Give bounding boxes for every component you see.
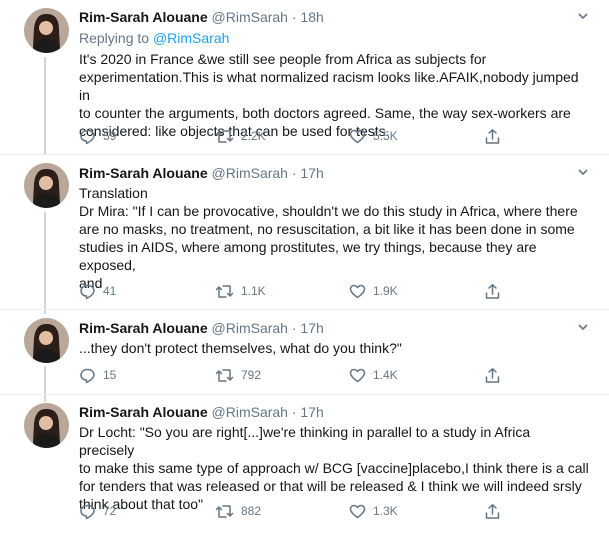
share-button[interactable] [484,127,508,145]
chevron-down-icon[interactable] [576,320,590,334]
tweet-actions: 59 2.2K 5.5K [79,127,500,145]
share-button[interactable] [484,366,508,384]
share-button[interactable] [484,502,508,520]
retweet-count: 792 [241,368,262,382]
like-button[interactable]: 1.9K [349,282,398,300]
like-count: 1.4K [373,368,398,382]
retweet-icon [215,129,234,143]
like-count: 1.3K [373,504,398,518]
heart-icon [349,284,366,298]
separator: · [291,320,297,336]
replying-mention[interactable]: @RimSarah [153,30,229,46]
tweet-header: Rim-Sarah Alouane @RimSarah · 17h [79,319,589,337]
reply-count: 59 [103,129,117,143]
display-name[interactable]: Rim-Sarah Alouane [79,404,208,420]
user-handle[interactable]: @RimSarah [212,9,288,25]
replying-to: Replying to @RimSarah [79,29,589,47]
chevron-down-icon[interactable] [576,165,590,179]
like-button[interactable]: 1.3K [349,502,398,520]
display-name[interactable]: Rim-Sarah Alouane [79,320,208,336]
tweet-actions: 15 792 1.4K [79,366,500,384]
tweet-text: Translation Dr Mira: "If I can be provoc… [79,185,578,291]
user-handle[interactable]: @RimSarah [212,404,288,420]
chevron-down-icon[interactable] [576,9,590,23]
like-count: 5.5K [373,129,398,143]
reply-button[interactable]: 41 [79,282,116,300]
like-count: 1.9K [373,284,398,298]
display-name[interactable]: Rim-Sarah Alouane [79,165,208,181]
retweet-count: 2.2K [241,129,266,143]
retweet-icon [215,504,234,518]
share-icon [485,128,500,144]
retweet-icon [215,368,234,382]
retweet-count: 1.1K [241,284,266,298]
reply-count: 72 [103,504,117,518]
reply-count: 15 [103,368,117,382]
separator: · [291,404,297,420]
tweet-text: ...they don't protect themselves, what d… [79,340,402,356]
reply-icon [80,129,95,144]
retweet-button[interactable]: 882 [215,502,261,520]
timestamp[interactable]: 17h [300,165,323,181]
retweet-button[interactable]: 2.2K [215,127,266,145]
user-handle[interactable]: @RimSarah [212,320,288,336]
reply-button[interactable]: 15 [79,366,116,384]
like-button[interactable]: 1.4K [349,366,398,384]
tweet[interactable]: Rim-Sarah Alouane @RimSarah · 17h Transl… [0,155,609,310]
avatar[interactable] [24,403,69,448]
tweet[interactable]: Rim-Sarah Alouane @RimSarah · 18h Replyi… [0,0,609,155]
reply-icon [80,368,95,383]
share-icon [485,503,500,519]
tweet[interactable]: Rim-Sarah Alouane @RimSarah · 17h Dr Loc… [0,395,609,534]
heart-icon [349,129,366,143]
retweet-button[interactable]: 792 [215,366,261,384]
tweet-actions: 72 882 1.3K [79,502,500,520]
timestamp[interactable]: 17h [300,320,323,336]
reply-count: 41 [103,284,117,298]
avatar[interactable] [24,8,69,53]
share-icon [485,367,500,383]
replying-prefix: Replying to [79,30,150,46]
retweet-count: 882 [241,504,262,518]
tweet[interactable]: Rim-Sarah Alouane @RimSarah · 17h ...the… [0,310,609,395]
reply-icon [80,284,95,299]
tweet-header: Rim-Sarah Alouane @RimSarah · 17h [79,403,589,421]
retweet-icon [215,284,234,298]
timestamp[interactable]: 17h [300,404,323,420]
avatar[interactable] [24,318,69,363]
tweet-actions: 41 1.1K 1.9K [79,282,500,300]
separator: · [291,165,297,181]
reply-icon [80,504,95,519]
tweet-text: Dr Locht: "So you are right[...]we're th… [79,424,589,512]
tweet-header: Rim-Sarah Alouane @RimSarah · 17h [79,164,589,182]
timestamp[interactable]: 18h [300,9,323,25]
display-name[interactable]: Rim-Sarah Alouane [79,9,208,25]
reply-button[interactable]: 72 [79,502,116,520]
heart-icon [349,368,366,382]
user-handle[interactable]: @RimSarah [212,165,288,181]
share-button[interactable] [484,282,508,300]
tweet-header: Rim-Sarah Alouane @RimSarah · 18h [79,8,589,26]
retweet-button[interactable]: 1.1K [215,282,266,300]
separator: · [291,9,297,25]
avatar[interactable] [24,163,69,208]
reply-button[interactable]: 59 [79,127,116,145]
like-button[interactable]: 5.5K [349,127,398,145]
heart-icon [349,504,366,518]
share-icon [485,283,500,299]
